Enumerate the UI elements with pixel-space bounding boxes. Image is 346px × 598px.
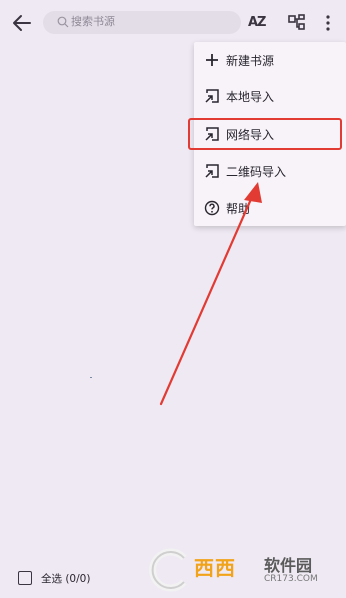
site-watermark: 西西 软件园 CR173.COM (146, 548, 328, 592)
watermark-logo-icon (149, 548, 187, 592)
watermark-site-name: 软件园 (264, 556, 313, 575)
watermark-brand: 西西 (194, 556, 236, 580)
select-all-checkbox[interactable] (18, 571, 32, 585)
annotation-arrow (159, 182, 262, 406)
stray-dot (90, 377, 92, 378)
watermark-url: CR173.COM (264, 574, 318, 584)
select-all-label: 全选 (0/0) (41, 573, 91, 585)
